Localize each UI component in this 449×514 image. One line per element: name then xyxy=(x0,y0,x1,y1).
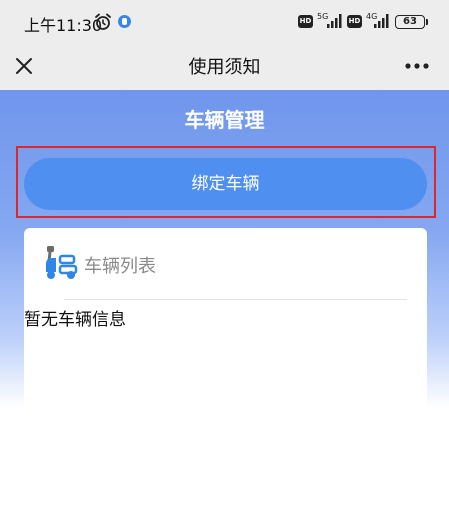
nav-title: 使用须知 xyxy=(188,57,261,78)
divider xyxy=(64,299,407,300)
battery-tip xyxy=(426,19,428,25)
empty-state-text: 暂无车辆信息 xyxy=(24,310,126,330)
status-bar: 上午11:30 HD 5G HD 4G 63 xyxy=(0,0,449,44)
status-time: 上午11:30 xyxy=(24,16,103,35)
hd-badge: HD xyxy=(347,15,362,28)
nav-bar: 使用须知 xyxy=(0,44,449,90)
close-icon[interactable] xyxy=(14,56,34,76)
battery-icon: 63 xyxy=(395,15,425,29)
scooter-icon xyxy=(46,246,78,279)
alarm-icon xyxy=(95,13,111,30)
page-title: 车辆管理 xyxy=(184,108,265,132)
more-icon[interactable] xyxy=(404,62,430,70)
hd-badge: HD xyxy=(298,15,313,28)
vehicle-list-title: 车辆列表 xyxy=(84,256,156,277)
signal-icon xyxy=(327,14,342,28)
app-notification-icon xyxy=(118,15,131,28)
signal-icon xyxy=(374,14,389,28)
bind-vehicle-button[interactable]: 绑定车辆 xyxy=(24,158,427,210)
